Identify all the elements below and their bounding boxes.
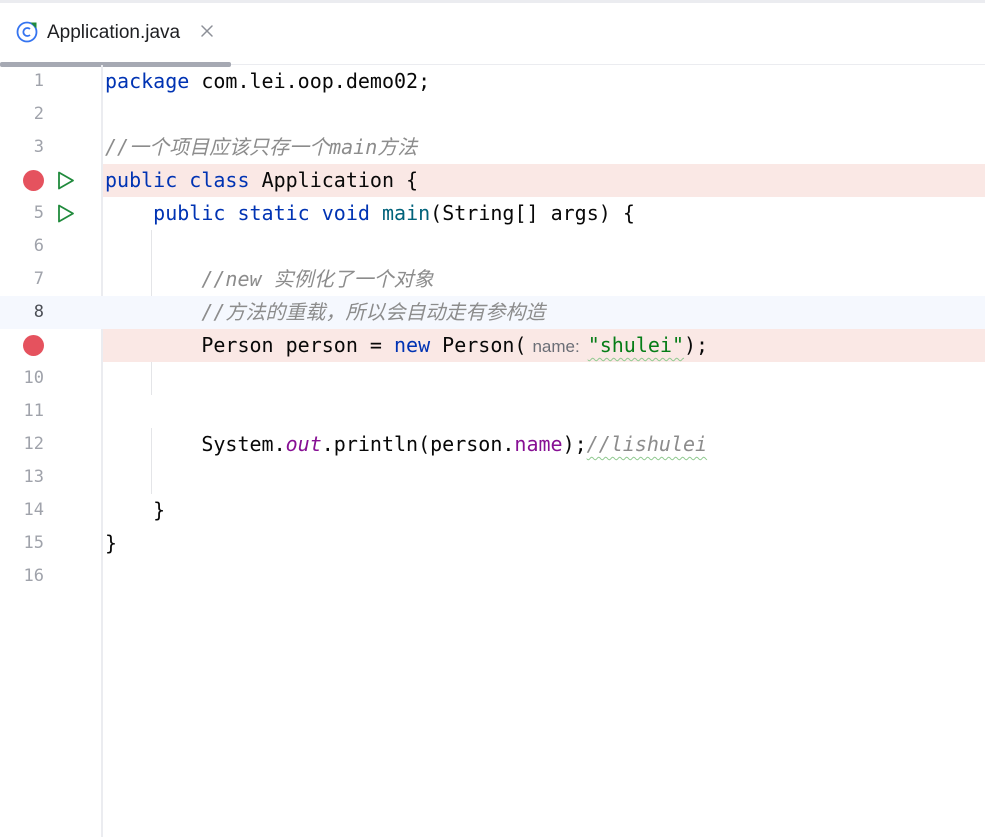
code-line: 10 [0, 362, 985, 395]
statement-end: ); [562, 432, 587, 456]
run-icon[interactable] [55, 170, 76, 191]
code-line: 6 [0, 230, 985, 263]
string-literal: "shulei" [587, 333, 685, 357]
code-text: public static void main(String[] args) { [105, 197, 635, 230]
keyword: public [105, 168, 178, 192]
code-text: //一个项目应该只存一个main方法 [105, 131, 417, 164]
code-text: //方法的重载，所以会自动走有参构造 [105, 296, 545, 329]
code-line: Person person = new Person( name: "shulei"… [0, 329, 985, 362]
line-number: 8 [33, 302, 44, 322]
code-line: 14 } [0, 494, 985, 527]
keyword: void [321, 201, 370, 225]
method-params: (String[] args) { [430, 201, 635, 225]
code-line: 16 [0, 560, 985, 593]
line-number: 5 [33, 203, 44, 223]
code-text: } [105, 498, 166, 522]
breakpoint-icon[interactable] [23, 335, 44, 356]
line-number: 3 [33, 137, 44, 157]
run-icon[interactable] [55, 203, 76, 224]
code-text: } [105, 531, 118, 555]
statement-end: ); [684, 333, 709, 357]
close-icon[interactable] [198, 22, 216, 40]
class-name: Application [261, 168, 395, 192]
code-line: 5 public static void main(String[] args)… [0, 197, 985, 230]
field-name: name [514, 432, 563, 456]
static-field: out [285, 432, 322, 456]
constructor-call: Person( [430, 333, 527, 357]
tab-title: Application.java [47, 22, 181, 43]
code-line-current: 8 //方法的重载，所以会自动走有参构造 [0, 296, 985, 329]
parameter-hint: name: [532, 337, 580, 356]
keyword: public [153, 201, 226, 225]
line-number: 16 [23, 566, 44, 586]
java-class-icon [16, 21, 38, 43]
comment: //一个项目应该只存一个main方法 [105, 135, 418, 159]
breakpoint-icon[interactable] [23, 170, 44, 191]
code-text: //new 实例化了一个对象 [105, 263, 434, 296]
code-text: Person person = new Person( name: "shulei"… [105, 329, 708, 362]
keyword: class [189, 168, 250, 192]
comment: //lishulei [586, 432, 708, 456]
keyword: static [237, 201, 310, 225]
code-line: 11 [0, 395, 985, 428]
line-number: 14 [23, 500, 44, 520]
line-number: 12 [23, 434, 44, 454]
code-text: System.out.println(person.name);//lishul… [105, 428, 707, 461]
comment: //方法的重载，所以会自动走有参构造 [201, 300, 546, 324]
declaration: Person person = [201, 333, 394, 357]
line-number: 13 [23, 467, 44, 487]
line-number: 6 [33, 236, 44, 256]
package-name: com.lei.oop.demo02; [189, 69, 431, 93]
line-number: 10 [23, 368, 44, 388]
editor-tab-bar: Application.java [0, 3, 985, 67]
method-call: .println(person. [321, 432, 515, 456]
keyword: new [393, 333, 431, 357]
line-number: 7 [33, 269, 44, 289]
code-line: 3 //一个项目应该只存一个main方法 [0, 131, 985, 164]
code-line: public class Application { [0, 164, 985, 197]
tab-application-java[interactable]: Application.java [0, 3, 231, 67]
line-number: 15 [23, 533, 44, 553]
code-line: 13 [0, 461, 985, 494]
code-line: 15 } [0, 527, 985, 560]
code-line: 12 System.out.println(person.name);//lis… [0, 428, 985, 461]
code-editor[interactable]: 1 package com.lei.oop.demo02; 2 3 //一个项目… [0, 65, 985, 837]
system-class: System. [201, 432, 286, 456]
keyword: package [105, 69, 190, 93]
code-text: public class Application { [105, 164, 418, 197]
line-number: 11 [23, 401, 44, 421]
line-number: 2 [33, 104, 44, 124]
code-line: 7 //new 实例化了一个对象 [0, 263, 985, 296]
code-line: 1 package com.lei.oop.demo02; [0, 65, 985, 98]
code-text: package com.lei.oop.demo02; [105, 65, 430, 98]
brace: { [394, 168, 419, 192]
line-number: 1 [33, 71, 44, 91]
comment: //new 实例化了一个对象 [201, 267, 434, 291]
code-line: 2 [0, 98, 985, 131]
method-name: main [381, 201, 431, 225]
